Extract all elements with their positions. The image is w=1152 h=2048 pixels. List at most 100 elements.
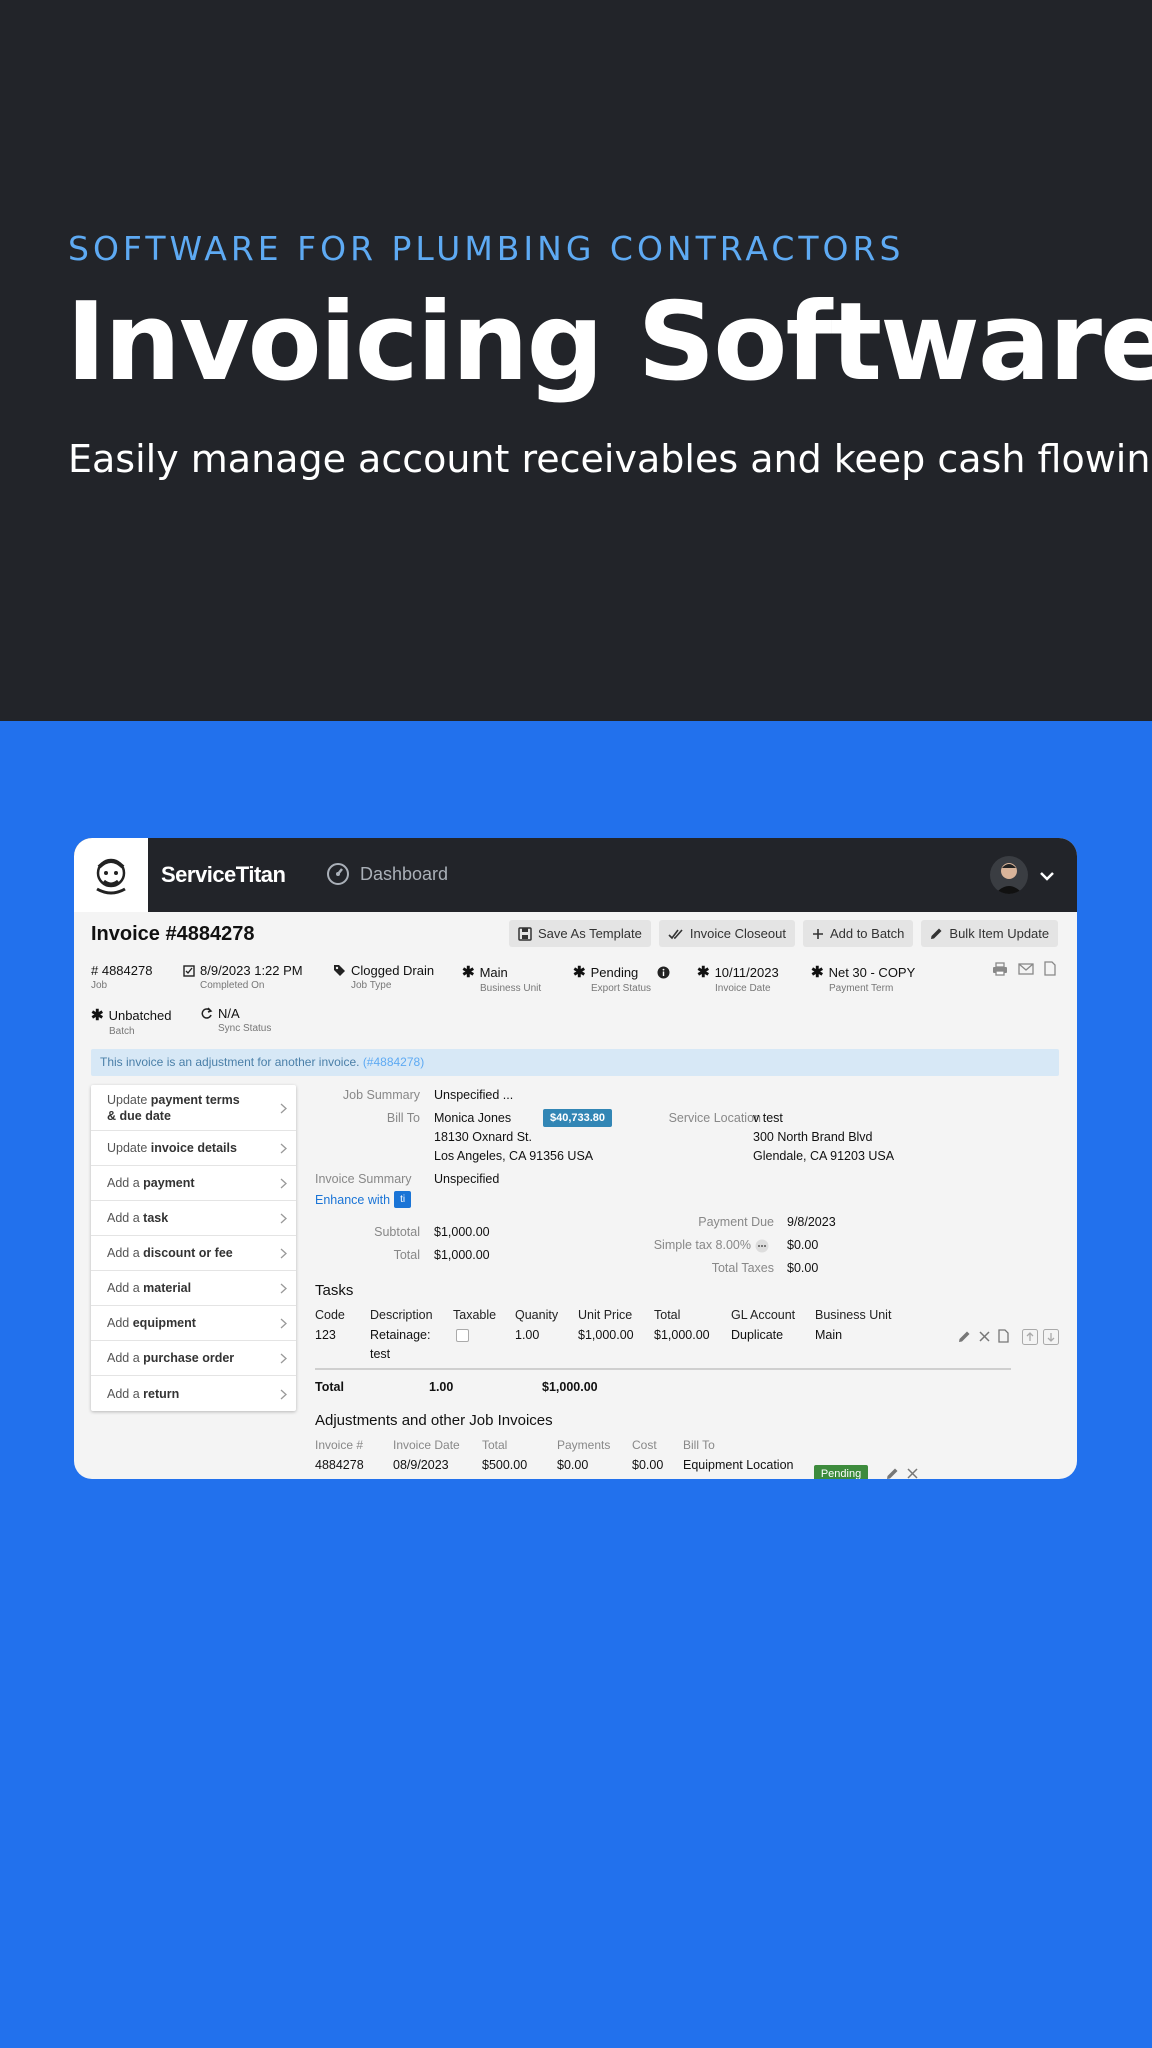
hero-subtitle: Easily manage account receivables and ke… <box>68 437 1152 481</box>
menu-item-label: invoice details <box>150 1141 237 1155</box>
tasks-total-amount: $1,000.00 <box>542 1380 598 1394</box>
info-icon[interactable] <box>657 966 670 979</box>
service-location-name[interactable]: v test <box>753 1111 783 1125</box>
adj-cost: $0.00 <box>632 1458 664 1472</box>
nav-dashboard[interactable]: Dashboard <box>326 862 448 886</box>
invoice-title: Invoice #4884278 <box>91 923 255 945</box>
banner-invoice-link[interactable]: (#4884278) <box>363 1055 424 1069</box>
bill-to-street: 18130 Oxnard St. <box>434 1130 532 1144</box>
close-icon[interactable] <box>979 1331 990 1342</box>
meta-invoice-date[interactable]: ✱ 10/11/2023 Invoice Date <box>697 963 779 994</box>
meta-business-unit[interactable]: ✱ Main Business Unit <box>462 963 541 994</box>
payment-due-label: Payment Due <box>698 1215 774 1229</box>
invoice-closeout-label: Invoice Closeout <box>689 926 786 941</box>
menu-item-label: payment terms <box>150 1092 240 1107</box>
menu-item-prefix: Add a <box>107 1386 140 1401</box>
meta-completed-value: 8/9/2023 1:22 PM <box>200 963 303 978</box>
tag-icon <box>334 965 345 976</box>
bulk-item-update-button[interactable]: Bulk Item Update <box>921 920 1059 947</box>
meta-payment-term[interactable]: ✱ Net 30 - COPY Payment Term <box>811 963 915 994</box>
adj-invoice-number[interactable]: 4884278 <box>315 1458 364 1472</box>
meta-batch-value: Unbatched <box>108 1007 172 1023</box>
bill-to-name[interactable]: Monica Jones <box>434 1111 511 1125</box>
asterisk-icon: ✱ <box>462 964 475 981</box>
meta-sync-status[interactable]: N/A Sync Status <box>200 1006 271 1034</box>
save-as-template-button[interactable]: Save As Template <box>509 920 651 947</box>
edit-pencil-icon[interactable] <box>886 1467 899 1479</box>
divider <box>315 1368 1011 1370</box>
menu-item-label: task <box>143 1211 169 1225</box>
menu-update-payment-terms[interactable]: Update payment terms & due date <box>91 1085 296 1131</box>
document-icon[interactable] <box>1044 961 1056 976</box>
move-down-icon[interactable] <box>1043 1329 1059 1345</box>
job-summary-label: Job Summary <box>342 1088 420 1102</box>
plus-icon <box>812 928 823 939</box>
col-taxable: Taxable <box>453 1308 497 1322</box>
menu-add-return[interactable]: Add a return <box>91 1376 296 1411</box>
tax-value: $0.00 <box>787 1238 819 1252</box>
add-to-batch-label: Add to Batch <box>829 926 905 941</box>
user-avatar[interactable] <box>990 856 1028 894</box>
adj-bill-to: Equipment Location <box>683 1458 794 1472</box>
menu-item-label: material <box>143 1281 192 1295</box>
chevron-right-icon <box>280 1103 287 1113</box>
edit-pencil-icon[interactable] <box>958 1330 971 1343</box>
menu-item-label: purchase order <box>143 1351 235 1365</box>
save-as-template-label: Save As Template <box>538 926 642 941</box>
meta-job-label: Job <box>91 980 108 991</box>
payment-due-value[interactable]: 9/8/2023 <box>787 1215 836 1229</box>
menu-add-material[interactable]: Add a material <box>91 1271 296 1306</box>
tasks-title: Tasks <box>315 1282 354 1299</box>
menu-item-label: discount or fee <box>143 1246 233 1260</box>
pencil-icon <box>931 928 942 939</box>
chevron-right-icon <box>280 1143 287 1154</box>
adj-invoice-date: 08/9/2023 <box>393 1458 449 1472</box>
meta-payment-term-label: Payment Term <box>829 983 894 994</box>
move-up-icon[interactable] <box>1022 1329 1038 1345</box>
menu-update-invoice-details[interactable]: Update invoice details <box>91 1131 296 1166</box>
service-location-label: Service Location <box>668 1111 761 1125</box>
taxable-checkbox[interactable] <box>456 1329 469 1342</box>
menu-add-task[interactable]: Add a task <box>91 1201 296 1236</box>
invoice-summary-value[interactable]: Unspecified <box>434 1172 499 1186</box>
meta-job-type[interactable]: Clogged Drain Job Type <box>333 963 434 991</box>
meta-batch[interactable]: ✱ Unbatched Batch <box>91 1006 171 1037</box>
chevron-right-icon <box>280 1318 287 1329</box>
menu-item-label: payment <box>143 1176 195 1190</box>
top-nav-bar: ServiceTitan Dashboard <box>74 838 1077 912</box>
task-quantity: 1.00 <box>515 1328 540 1342</box>
menu-add-equipment[interactable]: Add equipment <box>91 1306 296 1341</box>
chevron-right-icon <box>280 1248 287 1259</box>
meta-job[interactable]: # 4884278 Job <box>91 963 152 991</box>
meta-export-status[interactable]: ✱ Pending Export Status <box>573 963 670 994</box>
total-value: $1,000.00 <box>434 1248 490 1262</box>
chevron-down-icon[interactable] <box>1037 866 1057 886</box>
servicetitan-logo[interactable] <box>74 838 148 912</box>
menu-item-prefix: Add a <box>107 1211 140 1225</box>
meta-completed[interactable]: 8/9/2023 1:22 PM Completed On <box>183 963 303 991</box>
close-icon[interactable] <box>907 1468 918 1479</box>
col-bill-to: Bill To <box>683 1438 715 1452</box>
enhance-with-ai-link[interactable]: Enhance with ti <box>315 1191 412 1208</box>
adj-total: $500.00 <box>482 1458 528 1472</box>
balance-badge: $40,733.80 <box>543 1109 612 1127</box>
app-screenshot: ServiceTitan Dashboard Invoice #4884278 … <box>74 838 1077 1479</box>
enhance-label: Enhance with <box>315 1192 391 1207</box>
menu-add-purchase-order[interactable]: Add a purchase order <box>91 1341 296 1376</box>
menu-item-prefix: Update <box>107 1092 148 1107</box>
menu-add-discount-or-fee[interactable]: Add a discount or fee <box>91 1236 296 1271</box>
menu-add-payment[interactable]: Add a payment <box>91 1166 296 1201</box>
email-icon[interactable] <box>1018 963 1034 975</box>
menu-item-prefix: Add a <box>107 1176 140 1190</box>
document-icon[interactable] <box>998 1329 1009 1343</box>
job-summary-value[interactable]: Unspecified ... <box>434 1088 513 1102</box>
invoice-closeout-button[interactable]: Invoice Closeout <box>658 920 795 947</box>
meta-completed-label: Completed On <box>200 980 265 991</box>
tasks-total-label: Total <box>315 1380 344 1394</box>
col-quantity: Quanity <box>515 1308 559 1322</box>
asterisk-icon: ✱ <box>91 1007 104 1024</box>
print-icon[interactable] <box>992 962 1008 976</box>
add-to-batch-button[interactable]: Add to Batch <box>802 920 914 947</box>
menu-item-prefix: Add a <box>107 1246 140 1260</box>
more-options-icon[interactable] <box>755 1239 769 1253</box>
